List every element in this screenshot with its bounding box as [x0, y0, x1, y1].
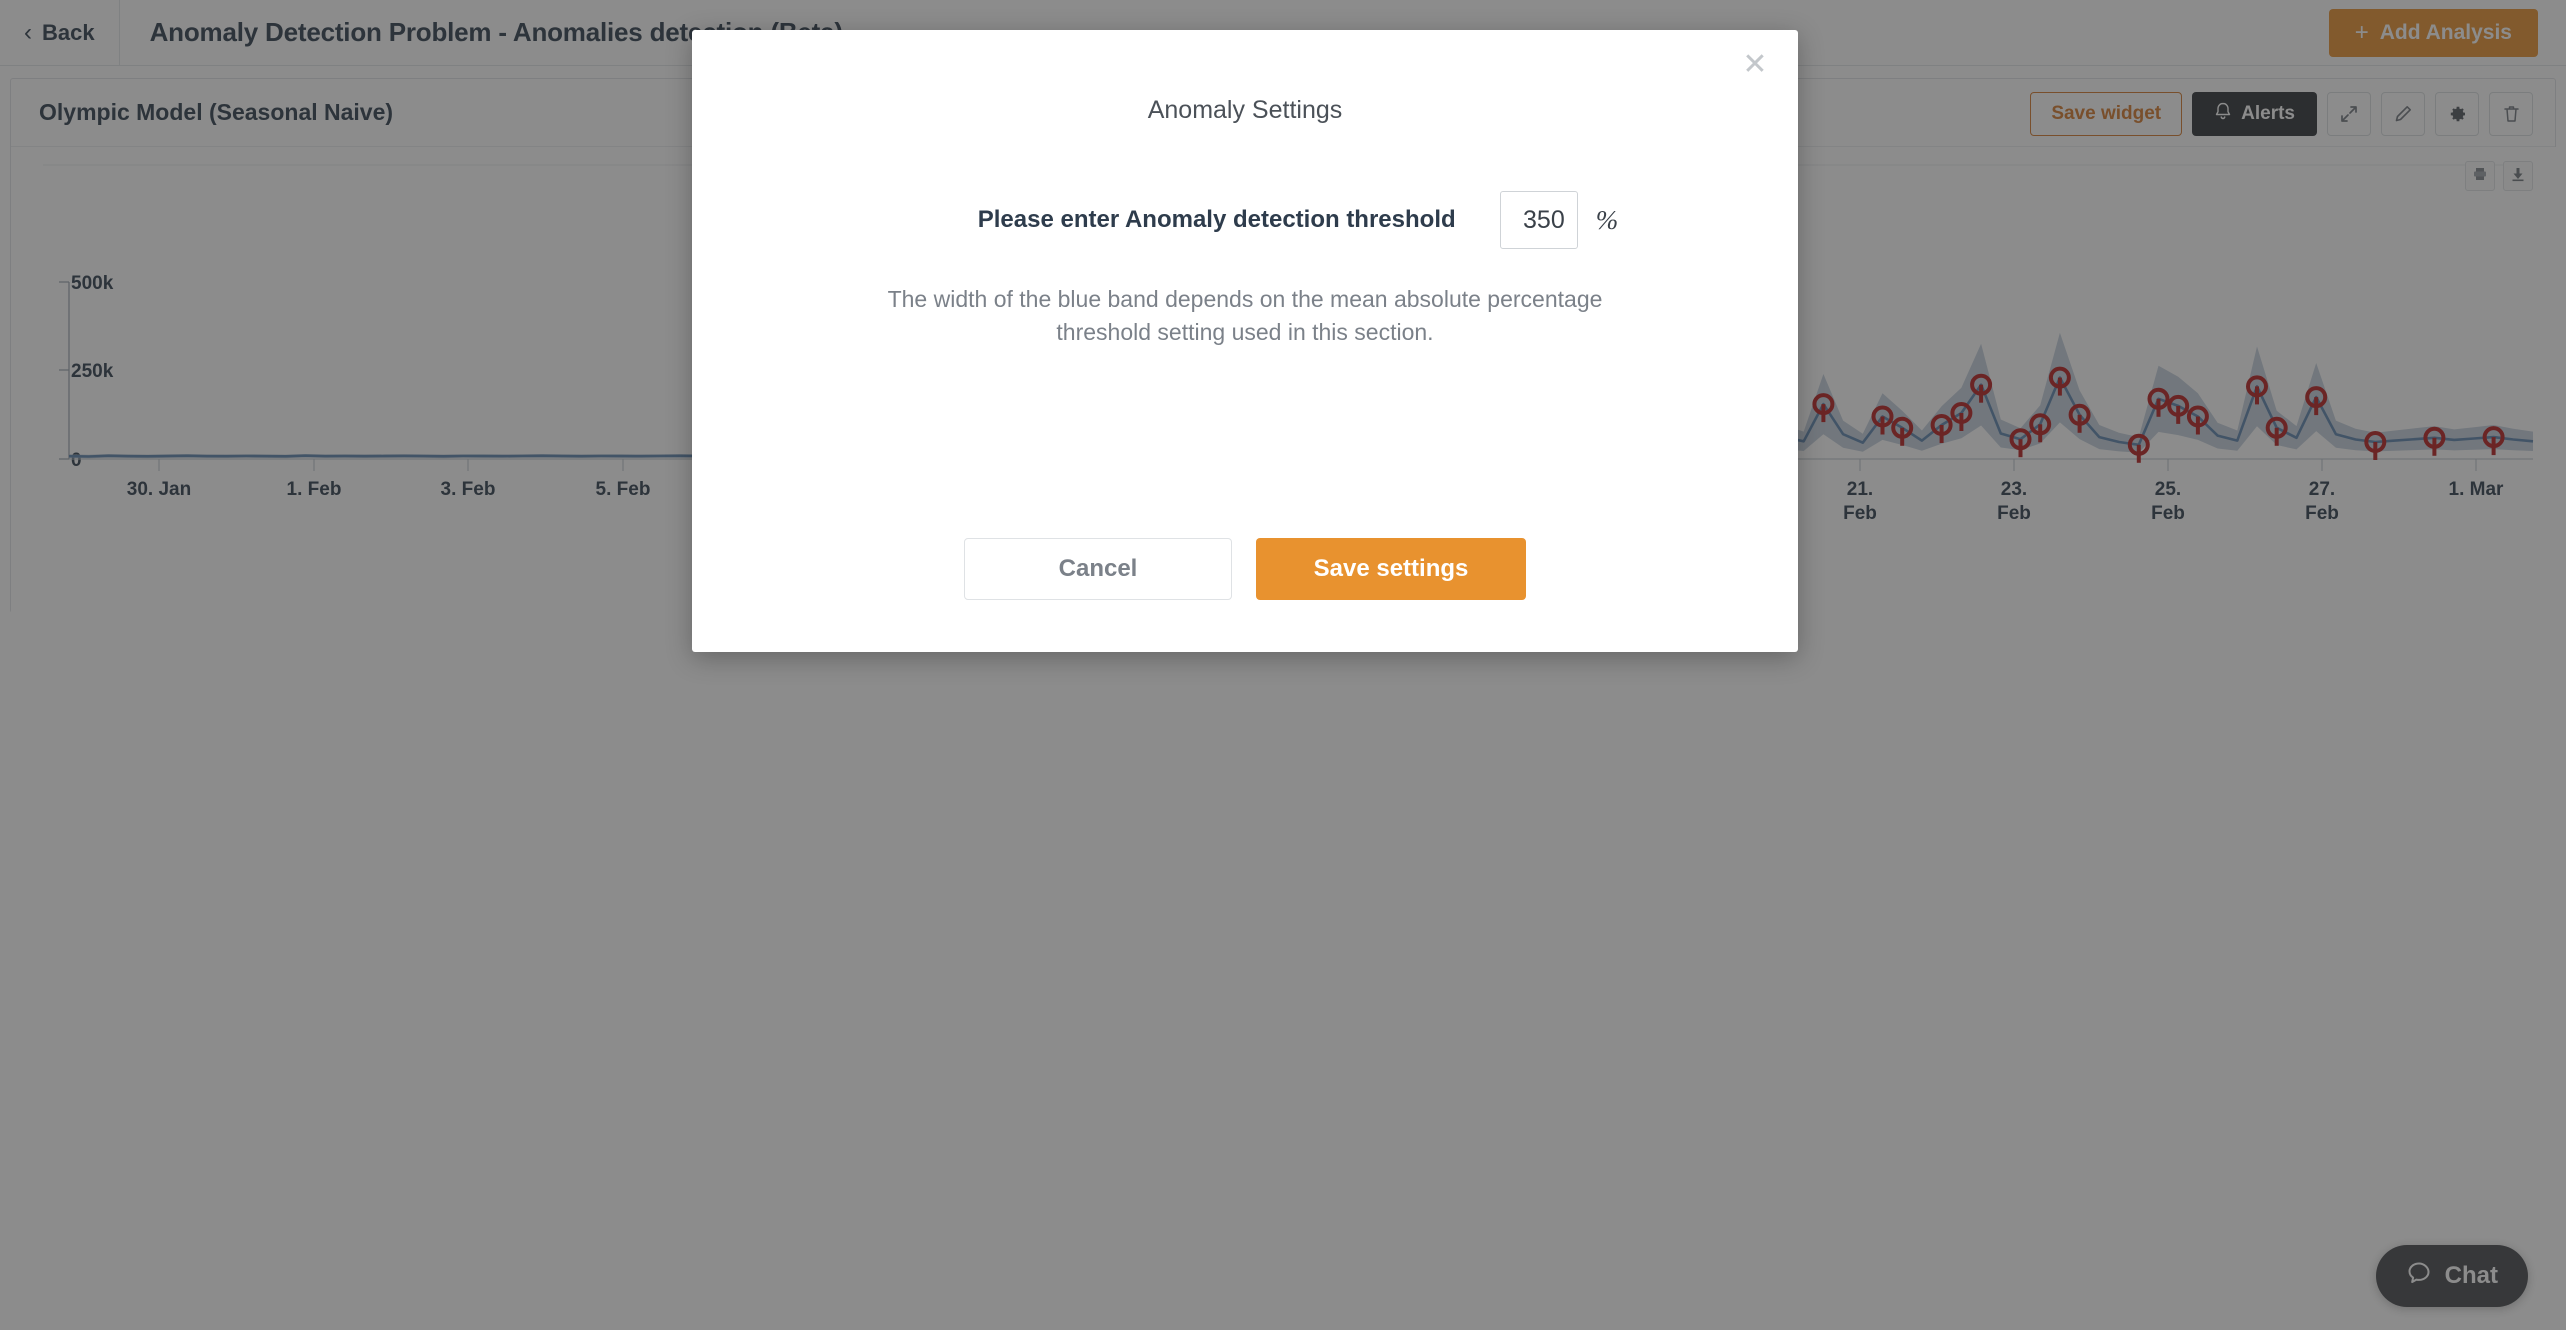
threshold-input[interactable] [1499, 191, 1578, 249]
save-settings-button[interactable]: Save settings [1256, 538, 1526, 600]
threshold-label: Please enter Anomaly detection threshold [977, 206, 1456, 233]
anomaly-settings-modal: ✕ Anomaly Settings Please enter Anomaly … [692, 30, 1798, 652]
close-icon[interactable]: ✕ [1734, 44, 1776, 86]
threshold-row: Please enter Anomaly detection threshold… [692, 191, 1798, 249]
modal-description: The width of the blue band depends on th… [887, 286, 1603, 345]
modal-footer: Cancel Save settings [692, 538, 1798, 600]
modal-title: Anomaly Settings [1147, 96, 1343, 124]
percent-symbol: % [1595, 204, 1619, 235]
cancel-button[interactable]: Cancel [964, 538, 1232, 600]
